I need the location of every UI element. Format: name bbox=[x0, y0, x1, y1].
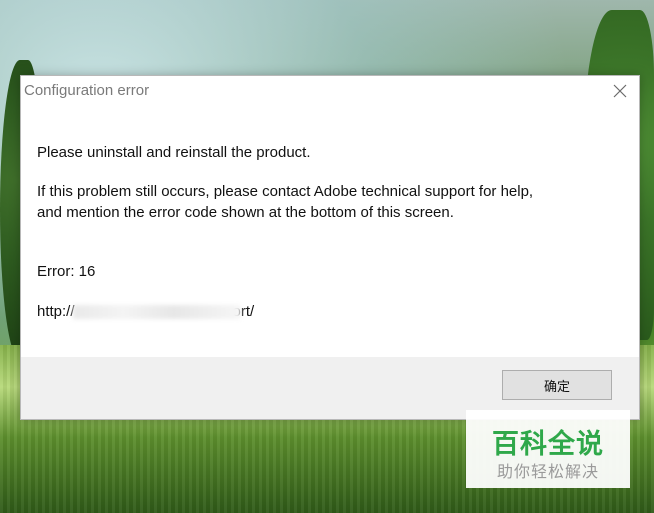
watermark-sub-text: 助你轻松解决 bbox=[496, 462, 599, 481]
message-line-2: If this problem still occurs, please con… bbox=[37, 183, 534, 200]
dialog-titlebar: Configuration error bbox=[21, 76, 639, 106]
close-button[interactable] bbox=[607, 78, 633, 104]
support-url: http://ort/ bbox=[37, 303, 254, 320]
redacted-url-blur bbox=[72, 305, 241, 320]
dialog-title: Configuration error bbox=[24, 82, 150, 99]
error-code: Error: 16 bbox=[37, 263, 96, 280]
configuration-error-dialog: Configuration error Please uninstall and… bbox=[20, 75, 640, 420]
url-prefix: http:// bbox=[37, 303, 75, 320]
watermark-main-text: 百科全说 bbox=[492, 429, 604, 460]
watermark-logo: 百科全说 助你轻松解决 bbox=[466, 410, 630, 488]
ok-button[interactable]: 确定 bbox=[502, 370, 612, 400]
close-icon bbox=[613, 84, 627, 98]
message-line-3: and mention the error code shown at the … bbox=[37, 204, 454, 221]
message-line-1: Please uninstall and reinstall the produ… bbox=[37, 144, 311, 161]
